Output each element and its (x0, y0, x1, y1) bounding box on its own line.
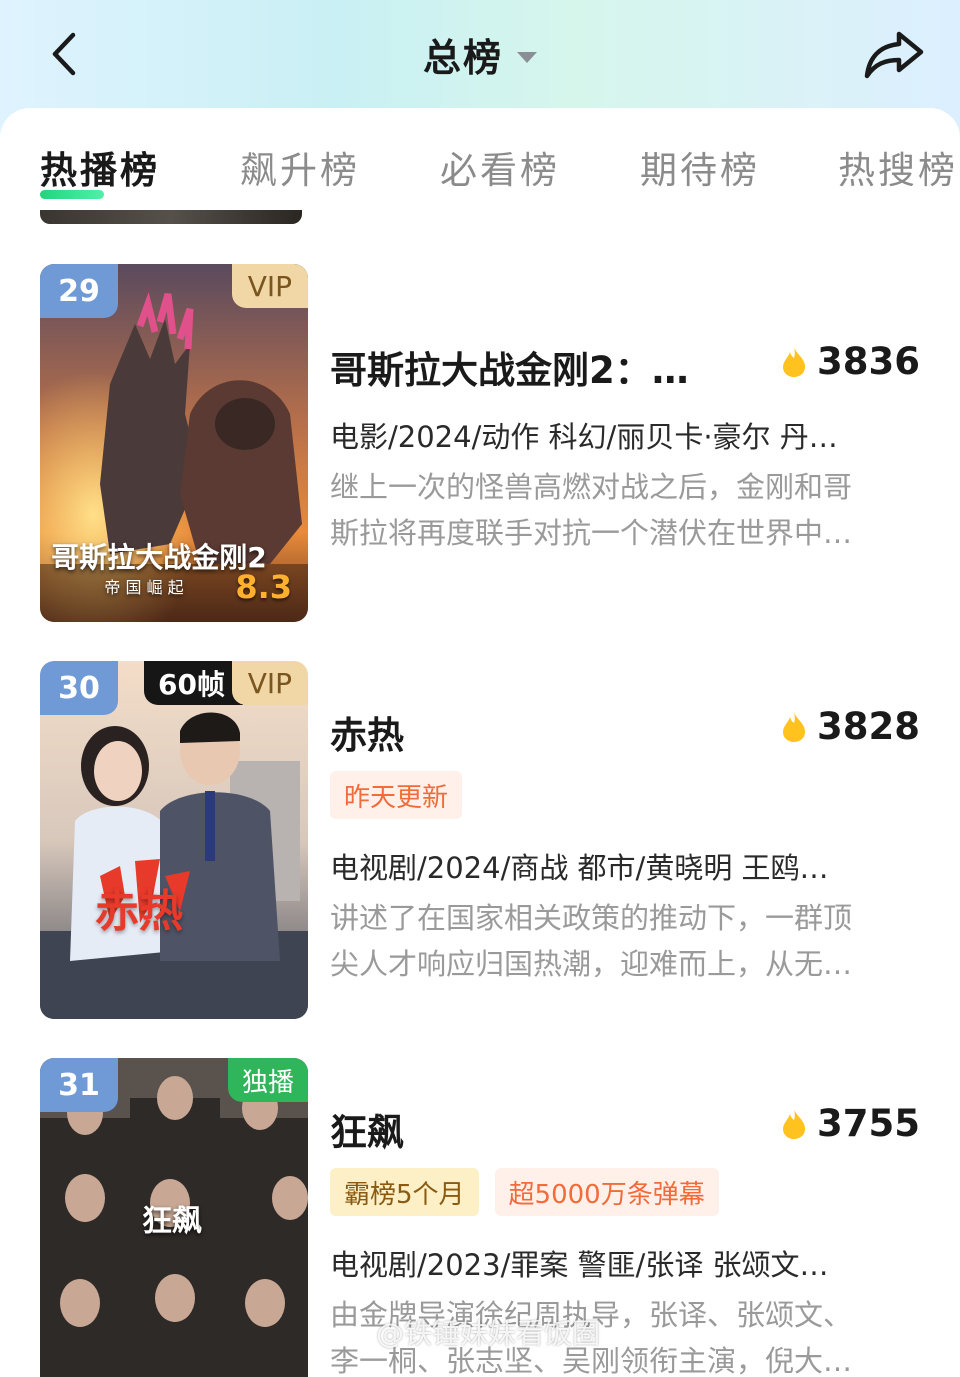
tag-row: 昨天更新 (330, 771, 463, 819)
tab-must-watch[interactable]: 必看榜 (440, 140, 560, 202)
flame-icon (783, 346, 806, 377)
tab-anticipated[interactable]: 期待榜 (640, 140, 760, 202)
share-icon (864, 31, 924, 79)
heat-score: 3836 (781, 340, 920, 383)
list-item[interactable]: 30 60帧 VIP 赤热 赤热 3828 昨天更新 电视剧/2024/商战 都… (0, 661, 960, 1021)
vip-badge: VIP (231, 264, 308, 308)
item-title[interactable]: 哥斯拉大战金刚2：… (330, 340, 730, 394)
danmu-count-tag: 超5000万条弹幕 (494, 1168, 719, 1216)
description-line: 讲述了在国家相关政策的推动下，一群顶 (330, 901, 853, 935)
rank-badge: 30 (40, 661, 118, 715)
rank-badge: 29 (40, 264, 118, 318)
tab-hot-search[interactable]: 热搜榜 (838, 140, 958, 202)
description-line: 继上一次的怪兽高燃对战之后，金刚和哥 (330, 470, 853, 504)
exclusive-badge: 独播 (227, 1058, 308, 1102)
poster-title: 赤热 (95, 886, 183, 937)
item-meta: 电视剧/2024/商战 都市/黄晓明 王鸥… (330, 851, 829, 885)
poster-title: 狂飙 (142, 1204, 202, 1239)
tab-rising[interactable]: 飙升榜 (240, 140, 360, 202)
header: 总榜 (0, 0, 960, 108)
list-item[interactable]: 29 VIP 哥斯拉大战金刚2 帝 国 崛 起 8.3 哥斯拉大战金刚2：… 3… (0, 264, 960, 624)
item-meta: 电视剧/2023/罪案 警匪/张译 张颂文… (330, 1248, 829, 1282)
vip-badge: VIP (231, 661, 308, 705)
item-title[interactable]: 狂飙 (330, 1102, 530, 1156)
heat-value: 3828 (817, 705, 920, 748)
flame-icon (783, 1108, 806, 1139)
description-line: 尖人才响应归国热潮，迎难而上，从无… (330, 947, 853, 981)
frame-rate-badge: 60帧 (144, 661, 243, 705)
update-tag: 昨天更新 (330, 771, 463, 819)
heat-score: 3755 (781, 1102, 920, 1145)
chart-streak-tag: 霸榜5个月 (330, 1168, 479, 1216)
caret-down-icon (517, 51, 537, 63)
poster[interactable]: 29 VIP 哥斯拉大战金刚2 帝 国 崛 起 8.3 (40, 264, 308, 622)
item-title[interactable]: 赤热 (330, 705, 530, 759)
heat-score: 3828 (781, 705, 920, 748)
description-line: 斯拉将再度联手对抗一个潜伏在世界中… (330, 516, 853, 550)
tab-bar: 热播榜 飙升榜 必看榜 期待榜 热搜榜 (0, 140, 960, 210)
tag-row: 霸榜5个月 超5000万条弹幕 (330, 1168, 719, 1216)
item-description: 讲述了在国家相关政策的推动下，一群顶 尖人才响应归国热潮，迎难而上，从无… (330, 895, 910, 987)
item-meta: 电影/2024/动作 科幻/丽贝卡·豪尔 丹… (330, 420, 838, 454)
flame-icon (783, 711, 806, 742)
rank-badge: 31 (40, 1058, 118, 1112)
active-tab-indicator (40, 190, 104, 199)
item-description: 继上一次的怪兽高燃对战之后，金刚和哥 斯拉将再度联手对抗一个潜伏在世界中… (330, 464, 910, 556)
page-title: 总榜 (422, 35, 503, 80)
watermark-text: @铁锤妹妹看饭圈 (376, 1317, 601, 1350)
poster-score: 8.3 (235, 568, 292, 606)
heat-value: 3755 (817, 1102, 920, 1145)
heat-value: 3836 (817, 340, 920, 383)
title-dropdown[interactable]: 总榜 (0, 28, 960, 80)
previous-item-poster-edge (40, 210, 302, 224)
share-button[interactable] (858, 24, 930, 84)
poster[interactable]: 31 独播 狂飙 (40, 1058, 308, 1377)
weibo-logo-icon (340, 1326, 366, 1344)
watermark: @铁锤妹妹看饭圈 (340, 1312, 600, 1352)
poster[interactable]: 30 60帧 VIP 赤热 (40, 661, 308, 1019)
